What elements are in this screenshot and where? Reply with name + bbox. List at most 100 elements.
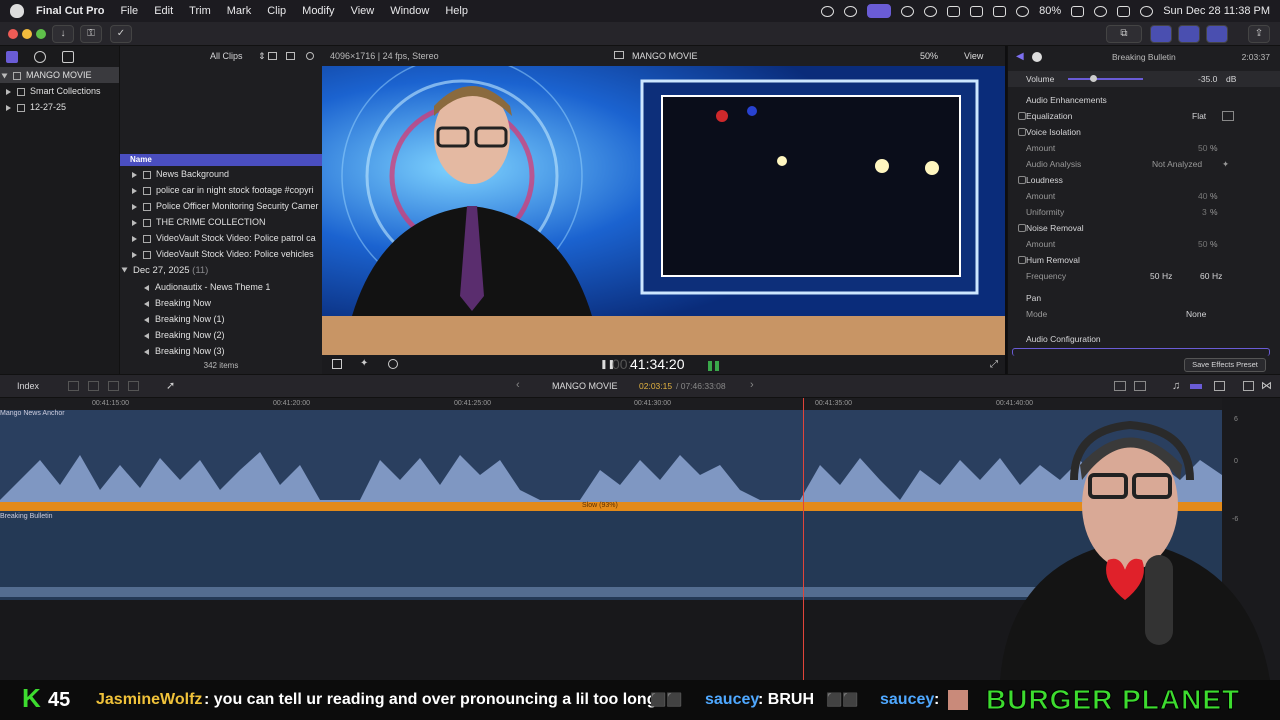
amount-value[interactable]: 40	[1198, 188, 1207, 204]
bluetooth-icon[interactable]	[993, 5, 1007, 17]
control-center-icon[interactable]	[1117, 5, 1131, 17]
volume-value[interactable]: -35.0	[1198, 71, 1217, 87]
disclosure-icon[interactable]	[132, 187, 137, 194]
wifi-icon[interactable]	[1016, 5, 1030, 17]
menu-file[interactable]: File	[120, 5, 138, 17]
collapse-icon[interactable]: ⋈	[1261, 379, 1272, 392]
select-tool-icon[interactable]: ➚	[166, 379, 175, 392]
list-item[interactable]: Breaking Now (1)	[120, 311, 322, 327]
menu-help[interactable]: Help	[445, 5, 468, 17]
workspace-icon[interactable]: ⧉	[1106, 25, 1142, 43]
list-item[interactable]: Breaking Now	[120, 295, 322, 311]
audio-config-channel[interactable]	[1012, 348, 1270, 356]
view-menu[interactable]: View	[964, 51, 983, 61]
uniformity-value[interactable]: 3	[1202, 204, 1207, 220]
hum-removal-checkbox[interactable]	[1018, 256, 1026, 264]
insert-clip-icon[interactable]	[88, 381, 99, 391]
library-icon[interactable]	[6, 51, 18, 63]
clip-filter[interactable]: All Clips	[210, 51, 243, 61]
list-item[interactable]: News Background	[120, 166, 322, 182]
info-icon[interactable]	[1032, 52, 1042, 62]
transform-icon[interactable]	[332, 359, 342, 369]
disclosure-icon[interactable]	[1, 73, 8, 79]
zoom-button[interactable]	[36, 29, 46, 39]
chevron-updown-icon[interactable]: ⇕	[258, 51, 266, 62]
library-row[interactable]: MANGO MOVIE	[0, 67, 119, 83]
list-item[interactable]: VideoVault Stock Video: Police patrol ca	[120, 230, 322, 246]
apple-icon[interactable]	[10, 4, 24, 18]
menu-modify[interactable]: Modify	[302, 5, 334, 17]
display-icon[interactable]	[970, 5, 984, 17]
clip-appearance-icon[interactable]	[1214, 381, 1225, 391]
column-header-name[interactable]: Name	[120, 154, 322, 166]
section-audio-enhancements[interactable]: Audio Enhancements	[1008, 92, 1280, 108]
disclosure-icon[interactable]	[121, 267, 128, 273]
menu-view[interactable]: View	[351, 5, 375, 17]
video-viewer[interactable]	[322, 66, 1005, 355]
equalization-checkbox[interactable]	[1018, 112, 1026, 120]
volume-icon[interactable]	[947, 5, 961, 17]
noise-removal-checkbox[interactable]	[1018, 224, 1026, 232]
list-view-icon[interactable]	[268, 52, 277, 60]
keyword-icon[interactable]: ⚿	[80, 25, 102, 43]
background-tasks-icon[interactable]: ✓	[110, 25, 132, 43]
append-clip-icon[interactable]	[108, 381, 119, 391]
disclosure-icon[interactable]	[132, 203, 137, 210]
playhead[interactable]	[803, 398, 804, 680]
clock[interactable]: Sun Dec 28 11:38 PM	[1163, 5, 1270, 17]
eq-preset[interactable]: Flat	[1192, 108, 1206, 124]
screen-mirror-icon[interactable]	[867, 4, 892, 18]
share-icon[interactable]: ⇪	[1248, 25, 1270, 43]
project-name[interactable]: MANGO MOVIE	[552, 381, 618, 391]
volume-knob[interactable]	[1090, 75, 1097, 82]
menu-clip[interactable]: Clip	[267, 5, 286, 17]
disclosure-icon[interactable]	[6, 88, 11, 95]
amount-value[interactable]: 50	[1198, 140, 1207, 156]
list-item[interactable]: THE CRIME COLLECTION	[120, 214, 322, 230]
timeline-ruler[interactable]: 00:41:15:00 00:41:20:00 00:41:25:00 00:4…	[0, 398, 1222, 410]
timeline-toggle-icon[interactable]	[1178, 25, 1200, 43]
list-item[interactable]: Breaking Now (2)	[120, 327, 322, 343]
magic-wand-icon[interactable]: ✦	[360, 358, 368, 369]
menu-edit[interactable]: Edit	[154, 5, 173, 17]
search-icon[interactable]	[1094, 5, 1108, 17]
list-item[interactable]: Audionautix - News Theme 1	[120, 279, 322, 295]
pan-row[interactable]: Pan	[1008, 290, 1280, 306]
back-icon[interactable]: ‹	[516, 379, 520, 391]
disclosure-icon[interactable]	[132, 219, 137, 226]
overwrite-clip-icon[interactable]	[128, 381, 139, 391]
disclosure-icon[interactable]	[6, 104, 11, 111]
list-item[interactable]: Police Officer Monitoring Security Camer	[120, 198, 322, 214]
minimize-button[interactable]	[22, 29, 32, 39]
disclosure-icon[interactable]	[132, 251, 137, 258]
siri-icon[interactable]	[1140, 5, 1154, 17]
speaker-icon[interactable]: ◀	[1016, 49, 1024, 65]
speedometer-icon[interactable]	[388, 359, 398, 369]
inspector-toggle-icon[interactable]	[1206, 25, 1228, 43]
index-button[interactable]: Index	[17, 381, 39, 391]
event-group-header[interactable]: Dec 27, 2025 (11)	[120, 263, 322, 279]
menu-window[interactable]: Window	[390, 5, 429, 17]
pan-mode-select[interactable]: None	[1186, 306, 1206, 322]
voice-isolation-checkbox[interactable]	[1018, 128, 1026, 136]
menu-trim[interactable]: Trim	[189, 5, 211, 17]
save-effects-preset-button[interactable]: Save Effects Preset	[1184, 358, 1266, 372]
menu-mark[interactable]: Mark	[227, 5, 251, 17]
browser-toggle-icon[interactable]	[1150, 25, 1172, 43]
headphones-icon[interactable]: ♫	[1172, 380, 1180, 392]
eq-graph-icon[interactable]	[1222, 111, 1234, 121]
sidebar-item-event[interactable]: 12-27-25	[0, 99, 119, 115]
snapping-icon[interactable]	[1190, 384, 1202, 389]
forward-icon[interactable]: ›	[750, 379, 754, 391]
photos-icon[interactable]	[34, 51, 46, 63]
disclosure-icon[interactable]	[132, 235, 137, 242]
play-icon[interactable]	[924, 5, 938, 17]
clip-appearance-icon[interactable]	[286, 52, 295, 60]
volume-slider[interactable]	[1068, 78, 1143, 80]
loudness-checkbox[interactable]	[1018, 176, 1026, 184]
magic-wand-icon[interactable]: ✦	[1222, 156, 1229, 172]
list-item[interactable]: VideoVault Stock Video: Police vehicles	[120, 246, 322, 262]
import-icon[interactable]: ↓	[52, 25, 74, 43]
fullscreen-icon[interactable]: ⤢	[990, 359, 998, 370]
list-item[interactable]: police car in night stock footage #copyr…	[120, 182, 322, 198]
